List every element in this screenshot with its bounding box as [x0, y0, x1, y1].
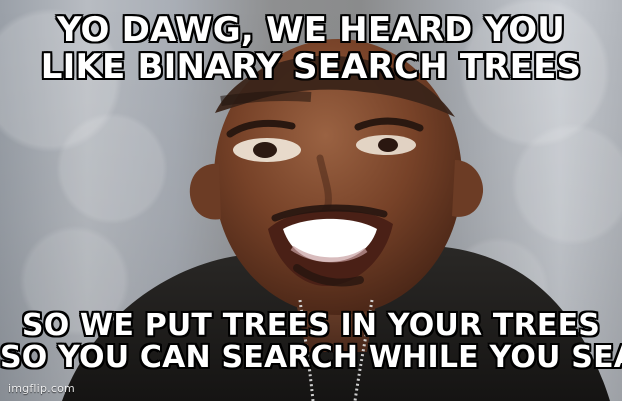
- bottom-caption-line-1: SO WE PUT TREES IN YOUR TREES: [21, 308, 601, 343]
- top-caption-line-1: YO DAWG, WE HEARD YOU: [56, 10, 566, 50]
- top-caption: YO DAWG, WE HEARD YOU LIKE BINARY SEARCH…: [0, 12, 622, 85]
- meme-canvas: YO DAWG, WE HEARD YOU LIKE BINARY SEARCH…: [0, 0, 622, 401]
- imgflip-watermark: imgflip.com: [8, 382, 75, 395]
- bottom-caption-line-2: SO YOU CAN SEARCH WHILE YOU SEARCH: [0, 340, 622, 376]
- top-caption-line-2: LIKE BINARY SEARCH TREES: [40, 46, 582, 87]
- bottom-caption: SO WE PUT TREES IN YOUR TREES SO YOU CAN…: [0, 308, 622, 376]
